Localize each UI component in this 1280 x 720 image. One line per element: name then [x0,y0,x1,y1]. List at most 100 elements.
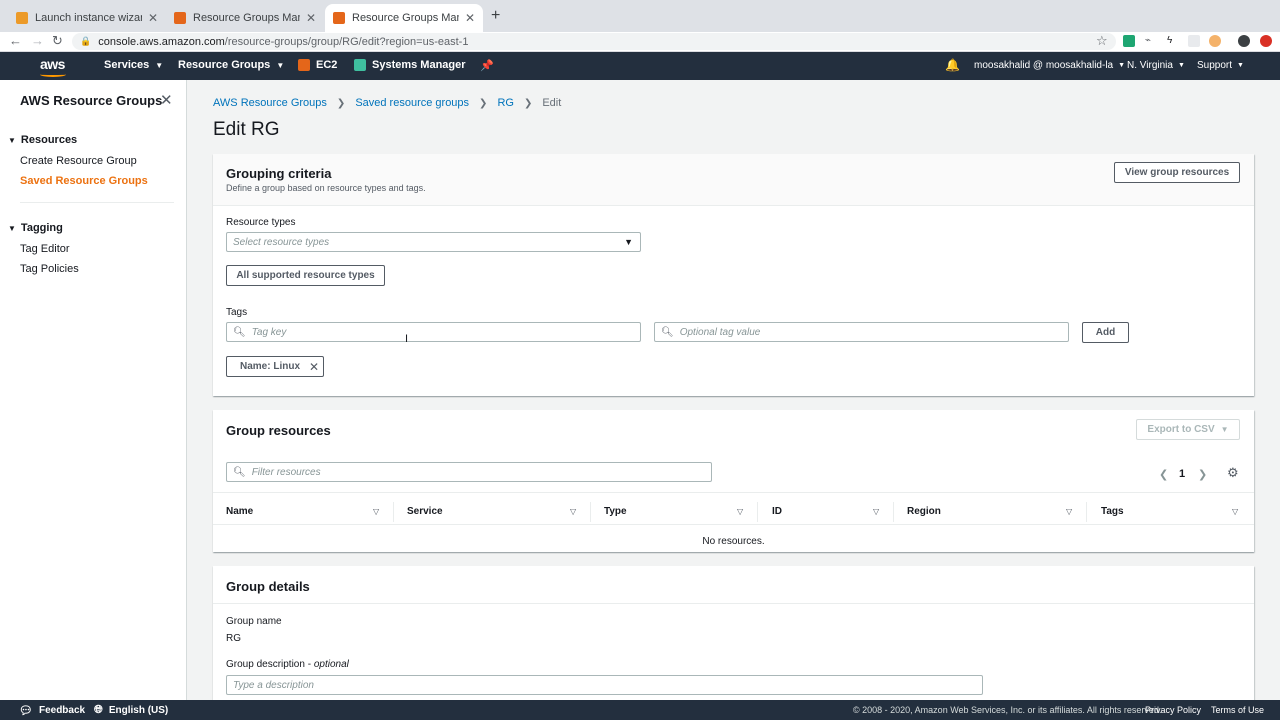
column-header-tags[interactable]: Tags [1101,506,1124,517]
support-menu[interactable]: Support ▼ [1197,60,1244,71]
table-top-border [213,492,1254,493]
tag-value-input[interactable]: 🔍︎ Optional tag value [654,322,1069,342]
region-menu[interactable]: N. Virginia ▼ [1127,60,1185,71]
sidebar-divider [20,202,174,203]
column-header-id[interactable]: ID [772,506,782,517]
sort-icon[interactable]: ▽ [570,507,576,516]
address-bar[interactable]: 🔒 console.aws.amazon.com/resource-groups… [72,33,1116,50]
aws-logo[interactable]: aws [40,56,66,77]
triangle-down-icon: ▼ [8,135,16,145]
extension-icon[interactable] [1123,35,1135,47]
terms-of-use-link[interactable]: Terms of Use [1211,705,1264,715]
column-header-service[interactable]: Service [407,506,443,517]
chevron-right-icon[interactable]: ❯ [1198,468,1207,481]
search-icon: 🔍︎ [233,326,246,338]
breadcrumb-rg[interactable]: RG [497,97,514,109]
extension-icon[interactable] [1209,35,1221,47]
privacy-policy-link[interactable]: Privacy Policy [1145,705,1201,715]
services-menu[interactable]: Services ▼ [104,59,163,71]
reload-icon[interactable]: ↻ [52,33,63,49]
browser-toolbar: ← → ↻ 🔒 console.aws.amazon.com/resource-… [0,32,1280,52]
caret-down-icon: ▼ [276,60,285,70]
gear-icon[interactable]: ⚙ [1227,465,1239,481]
column-divider [757,502,758,522]
resource-types-label: Resource types [226,217,296,228]
close-tab-icon[interactable]: ✕ [148,11,158,25]
column-divider [893,502,894,522]
sidebar-section-tagging[interactable]: ▼ Tagging [8,222,63,234]
column-header-type[interactable]: Type [604,506,627,517]
feedback-button[interactable]: 💬︎ Feedback [19,704,85,717]
copyright-text: © 2008 - 2020, Amazon Web Services, Inc.… [853,705,1162,715]
aws-favicon-icon [174,12,186,24]
column-header-name[interactable]: Name [226,506,253,517]
resource-types-select[interactable]: Select resource types ▼ [226,232,641,252]
aws-smile-icon [40,72,66,77]
tag-key-input[interactable]: 🔍︎ Tag key [226,322,641,342]
forward-arrow-icon[interactable]: → [31,33,44,48]
group-description-label: Group description - optional [226,659,349,670]
search-icon: 🔍︎ [661,326,674,338]
caret-down-icon: ▼ [1177,62,1185,69]
sidebar-item-create-resource-group[interactable]: Create Resource Group [20,155,137,167]
extension-icon[interactable] [1188,35,1200,47]
sort-icon[interactable]: ▽ [373,507,379,516]
language-selector[interactable]: 🌐︎ English (US) [94,704,168,717]
bell-icon[interactable]: 🔔 [945,58,960,72]
grouping-criteria-header: Grouping criteria Define a group based o… [213,154,1254,206]
resource-groups-menu[interactable]: Resource Groups ▼ [178,59,284,71]
page-number[interactable]: 1 [1179,468,1185,480]
sort-icon[interactable]: ▽ [1066,507,1072,516]
group-resources-panel: Group resources Export to CSV ▼ 🔍︎ Filte… [213,410,1254,552]
chevron-right-icon: ❯ [479,97,488,109]
aws-favicon-icon [333,12,345,24]
sidebar-item-saved-resource-groups[interactable]: Saved Resource Groups [20,175,148,187]
group-name-value: RG [226,633,241,644]
breadcrumb-aws-resource-groups[interactable]: AWS Resource Groups [213,97,327,109]
sidebar-section-resources[interactable]: ▼ Resources [8,134,77,146]
extension-icon[interactable]: ⌁ [1145,35,1157,47]
account-menu[interactable]: moosakhalid @ moosakhalid-la ▼ [974,60,1125,71]
sort-icon[interactable]: ▽ [873,507,879,516]
group-details-panel: Group details Group name RG Group descri… [213,566,1254,700]
extension-icon[interactable] [1260,35,1272,47]
tags-label: Tags [226,307,248,318]
sidebar-item-tag-editor[interactable]: Tag Editor [20,243,70,255]
back-arrow-icon[interactable]: ← [9,33,22,48]
profile-avatar-icon[interactable] [1238,35,1250,47]
close-tab-icon[interactable]: ✕ [465,11,475,25]
browser-tab-launch-instance[interactable]: Launch instance wizard | EC2 M ✕ [8,4,166,32]
ec2-icon [298,59,310,71]
browser-tab-bar: Launch instance wizard | EC2 M ✕ Resourc… [0,0,1280,32]
pin-icon[interactable]: 📌 [480,59,494,72]
column-header-region[interactable]: Region [907,506,941,517]
remove-token-icon[interactable]: ✕ [309,360,319,374]
group-resources-title: Group resources [226,423,331,438]
group-description-input[interactable]: Type a description [226,675,983,695]
lock-icon: 🔒 [80,36,92,46]
view-group-resources-button[interactable]: View group resources [1114,162,1240,183]
page-title: Edit RG [213,119,280,140]
close-sidebar-icon[interactable]: ✕ [160,91,173,109]
sidebar-item-tag-policies[interactable]: Tag Policies [20,263,79,275]
bookmark-star-icon[interactable]: ☆ [1096,33,1108,49]
sort-icon[interactable]: ▽ [1232,507,1238,516]
extension-icon[interactable]: ϟ [1167,35,1179,47]
filter-resources-input[interactable]: 🔍︎ Filter resources [226,462,712,482]
new-tab-icon[interactable]: + [491,7,500,25]
sort-icon[interactable]: ▽ [737,507,743,516]
chevron-left-icon[interactable]: ❮ [1159,468,1168,481]
sidebar-title: AWS Resource Groups [20,93,163,108]
grouping-criteria-description: Define a group based on resource types a… [226,183,426,193]
breadcrumb-saved-resource-groups[interactable]: Saved resource groups [355,97,469,109]
close-tab-icon[interactable]: ✕ [306,11,316,25]
globe-icon: 🌐︎ [94,704,103,716]
add-tag-button[interactable]: Add [1082,322,1129,343]
table-header-border [213,524,1254,525]
browser-tab-resource-groups-1[interactable]: Resource Groups Management ✕ [166,4,324,32]
all-supported-resource-types-button[interactable]: All supported resource types [226,265,385,286]
ec2-shortcut[interactable]: EC2 [298,59,337,71]
systems-manager-shortcut[interactable]: Systems Manager [354,59,466,71]
browser-tab-resource-groups-active[interactable]: Resource Groups Management ✕ [325,4,483,32]
export-to-csv-button[interactable]: Export to CSV ▼ [1136,419,1240,440]
